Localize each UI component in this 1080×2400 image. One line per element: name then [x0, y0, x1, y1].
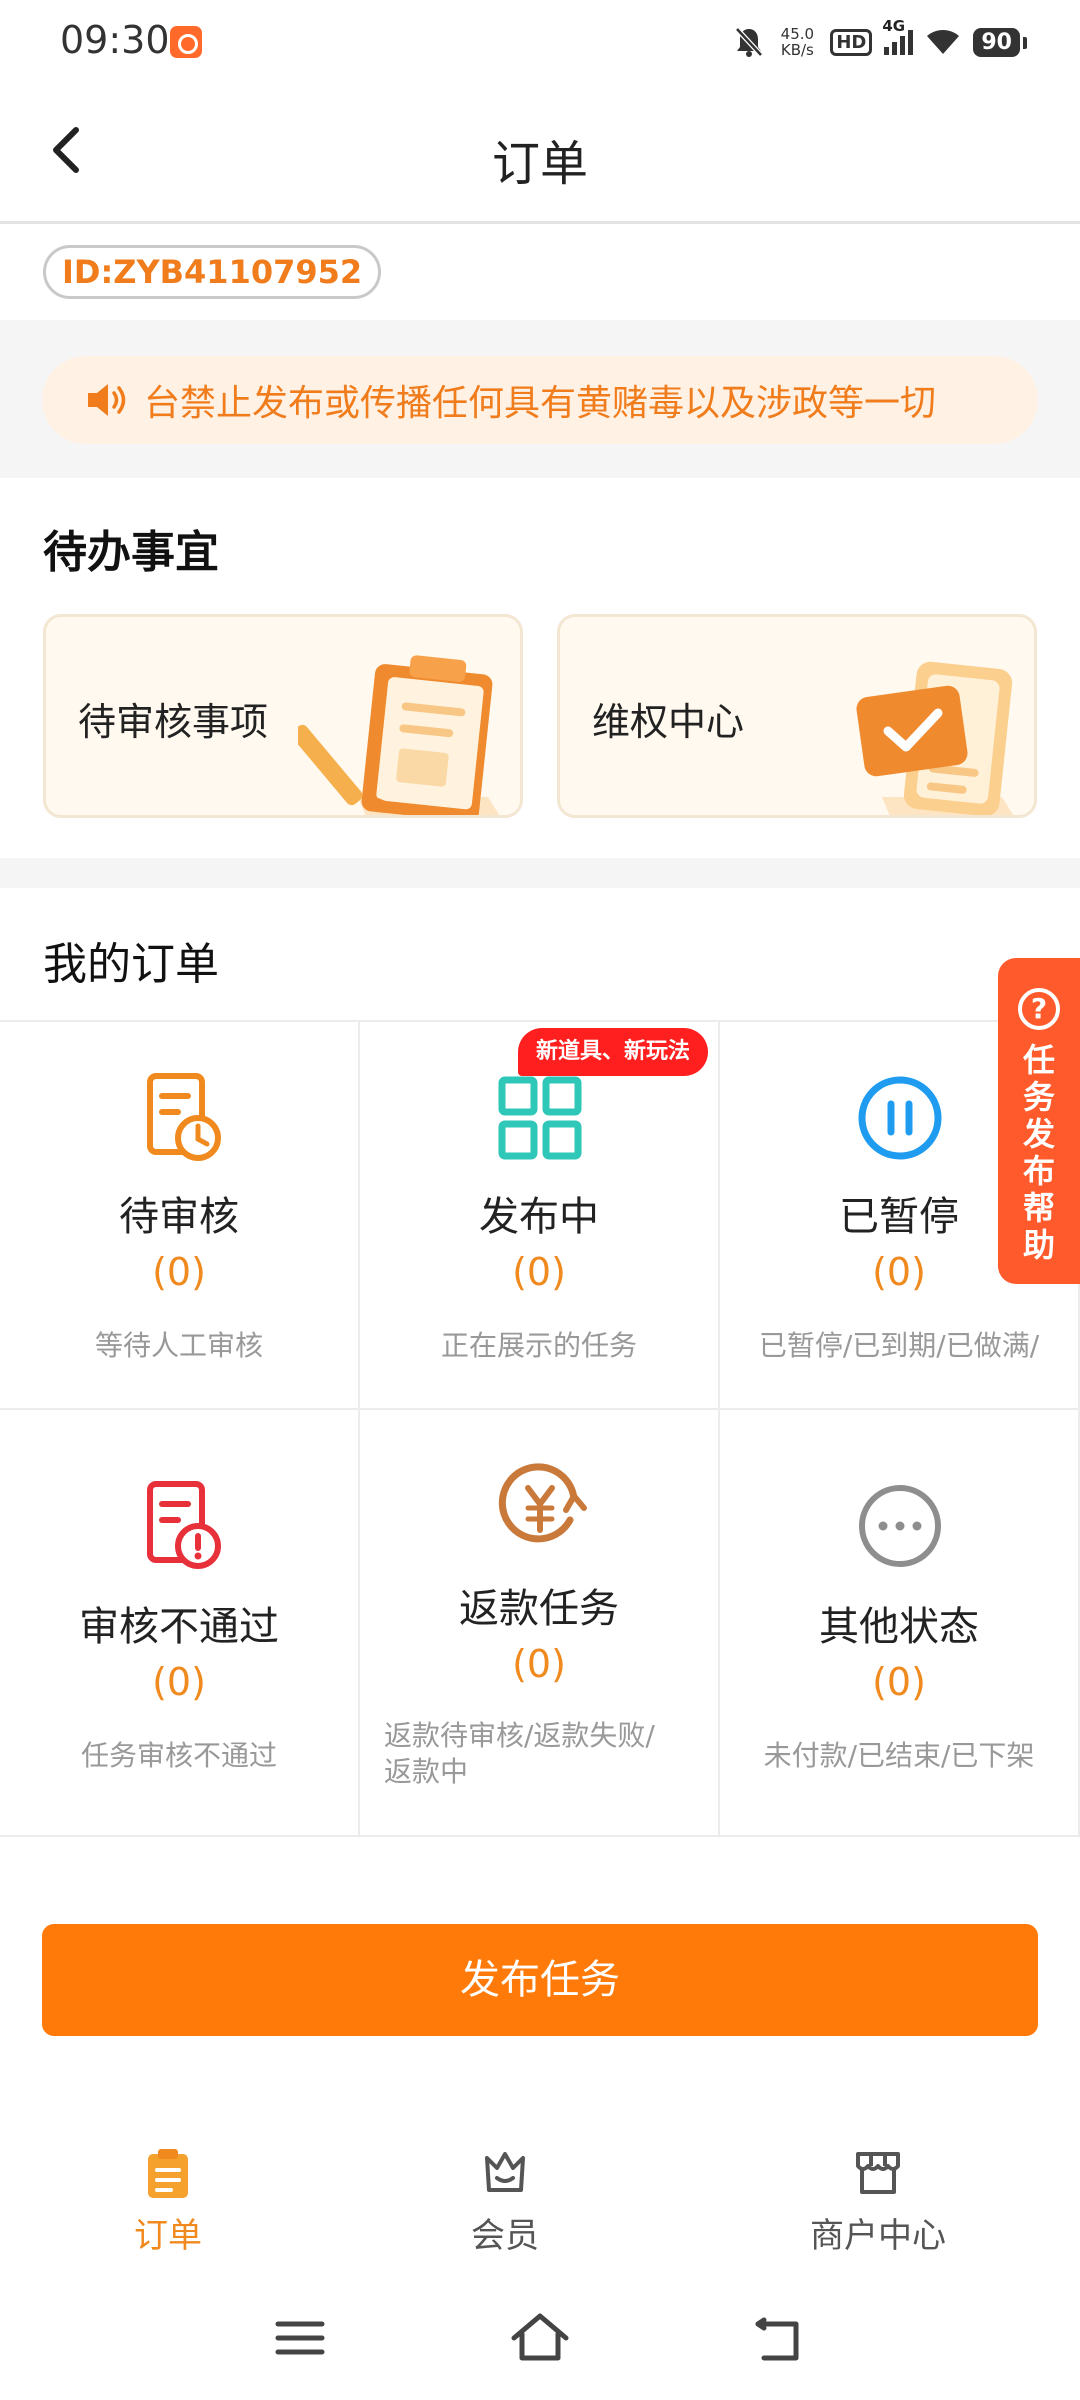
publish-task-button[interactable]: 发布任务 [42, 1924, 1038, 2036]
tab-orders[interactable]: 订单 [68, 2146, 268, 2266]
order-status-count: (0) [152, 1250, 206, 1294]
app-notification-icon [170, 26, 202, 58]
orders-section-title: 我的订单 [43, 939, 219, 990]
todo-rights-center-card[interactable]: 维权中心 [557, 614, 1037, 818]
document-alert-icon [147, 1481, 221, 1569]
tab-merchant-center[interactable]: 商户中心 [778, 2146, 978, 2266]
order-status-count: (0) [872, 1660, 926, 1704]
order-status-desc: 任务审核不通过 [80, 1739, 277, 1772]
todo-section-title: 待办事宜 [43, 527, 219, 578]
home-icon [511, 2313, 569, 2361]
order-status-count: (0) [152, 1660, 206, 1704]
tab-orders-label: 订单 [134, 2216, 202, 2256]
new-feature-badge: 新道具、新玩法 [518, 1028, 709, 1076]
grid-icon [498, 1076, 582, 1160]
todo-pending-review-label: 待审核事项 [78, 700, 269, 744]
order-status-desc: 正在展示的任务 [440, 1329, 637, 1362]
order-status-name: 发布中 [479, 1194, 599, 1240]
tab-member[interactable]: 会员 [405, 2146, 605, 2266]
order-status-publishing[interactable]: 发布中 (0) 正在展示的任务 [360, 1022, 720, 1410]
account-id-badge: ID:ZYB41107952 [43, 245, 382, 299]
help-tab-char: 务 [1022, 1078, 1055, 1116]
notice-bar[interactable]: 台禁止发布或传播任何具有黄赌毒以及涉政等一切 [42, 356, 1038, 444]
page-title: 订单 [491, 136, 588, 192]
net-speed: 45.0 KB/s [776, 26, 818, 58]
help-tab-char: 布 [1022, 1152, 1055, 1190]
order-status-desc-line2: 返款中 [384, 1755, 469, 1788]
order-status-refund[interactable]: 返款任务 (0) 返款待审核/返款失败/ 返款中 [360, 1410, 720, 1837]
battery-icon: 90 [973, 27, 1027, 57]
section-divider [0, 858, 1080, 888]
tab-member-label: 会员 [471, 2216, 539, 2256]
order-status-pending-review[interactable]: 待审核 (0) 等待人工审核 [0, 1022, 360, 1410]
signal-icon: 4G [882, 17, 914, 55]
order-status-name: 返款任务 [459, 1586, 619, 1632]
bell-muted-icon [735, 27, 764, 57]
yen-refund-icon [498, 1463, 587, 1543]
net-speed-unit: KB/s [780, 41, 814, 59]
clipboard-pencil-icon [298, 655, 500, 815]
network-type: 4G [882, 17, 906, 35]
order-status-desc: 返款待审核/返款失败/ [384, 1719, 655, 1752]
order-status-name: 待审核 [119, 1194, 239, 1240]
order-status-count: (0) [512, 1642, 566, 1686]
question-circle-icon: ? [1018, 988, 1060, 1030]
crown-icon [485, 2152, 525, 2192]
order-status-count: (0) [512, 1250, 566, 1294]
help-tab-char: 任 [1022, 1041, 1055, 1079]
order-status-other[interactable]: 其他状态 (0) 未付款/已结束/已下架 [720, 1410, 1080, 1837]
menu-icon [275, 2321, 325, 2355]
header: 订单 [0, 84, 1080, 224]
order-status-name: 其他状态 [819, 1604, 979, 1650]
nav-menu-button[interactable] [270, 2308, 330, 2368]
hd-badge: HD [830, 28, 873, 56]
status-bar: 09:30 45.0 KB/s HD 4G 90 [0, 0, 1080, 84]
net-speed-value: 45.0 [780, 25, 815, 43]
speaker-icon [88, 384, 126, 416]
clipboard-icon [148, 2149, 188, 2198]
order-status-name: 审核不通过 [79, 1604, 279, 1650]
order-status-desc: 未付款/已结束/已下架 [763, 1739, 1035, 1772]
todo-rights-center-label: 维权中心 [592, 700, 745, 744]
order-status-desc: 已暂停/已到期/已做满/ [758, 1329, 1040, 1362]
pause-circle-icon [858, 1076, 942, 1160]
nav-back-button[interactable] [750, 2308, 810, 2368]
status-time: 09:30 [60, 18, 170, 62]
more-circle-icon [859, 1485, 941, 1567]
nav-home-button[interactable] [510, 2308, 570, 2368]
help-tab-char: 帮 [1022, 1189, 1055, 1227]
wifi-icon [927, 30, 960, 54]
tab-merchant-center-label: 商户中心 [810, 2216, 946, 2256]
todo-pending-review-card[interactable]: 待审核事项 [43, 614, 523, 818]
help-tab-label: 任务发布帮助 [998, 1042, 1080, 1264]
status-icons: 45.0 KB/s HD 4G 90 [734, 17, 1027, 64]
order-status-rejected[interactable]: 审核不通过 (0) 任务审核不通过 [0, 1410, 360, 1837]
checkmark-document-icon [856, 661, 1014, 815]
help-tab-char: 助 [1022, 1226, 1055, 1264]
notice-text: 台禁止发布或传播任何具有黄赌毒以及涉政等一切 [144, 383, 937, 424]
task-publish-help-tab[interactable]: ? 任务发布帮助 [998, 958, 1080, 1284]
order-status-desc: 等待人工审核 [94, 1329, 263, 1362]
document-clock-icon [147, 1073, 221, 1161]
orders-grid: 待审核 (0) 等待人工审核 发布中 (0) 正在展示的任务 已暂停 (0) 已… [0, 1020, 1080, 1837]
back-arrow-icon [755, 2317, 799, 2361]
help-tab-char: 发 [1022, 1115, 1055, 1153]
store-icon [856, 2152, 900, 2194]
